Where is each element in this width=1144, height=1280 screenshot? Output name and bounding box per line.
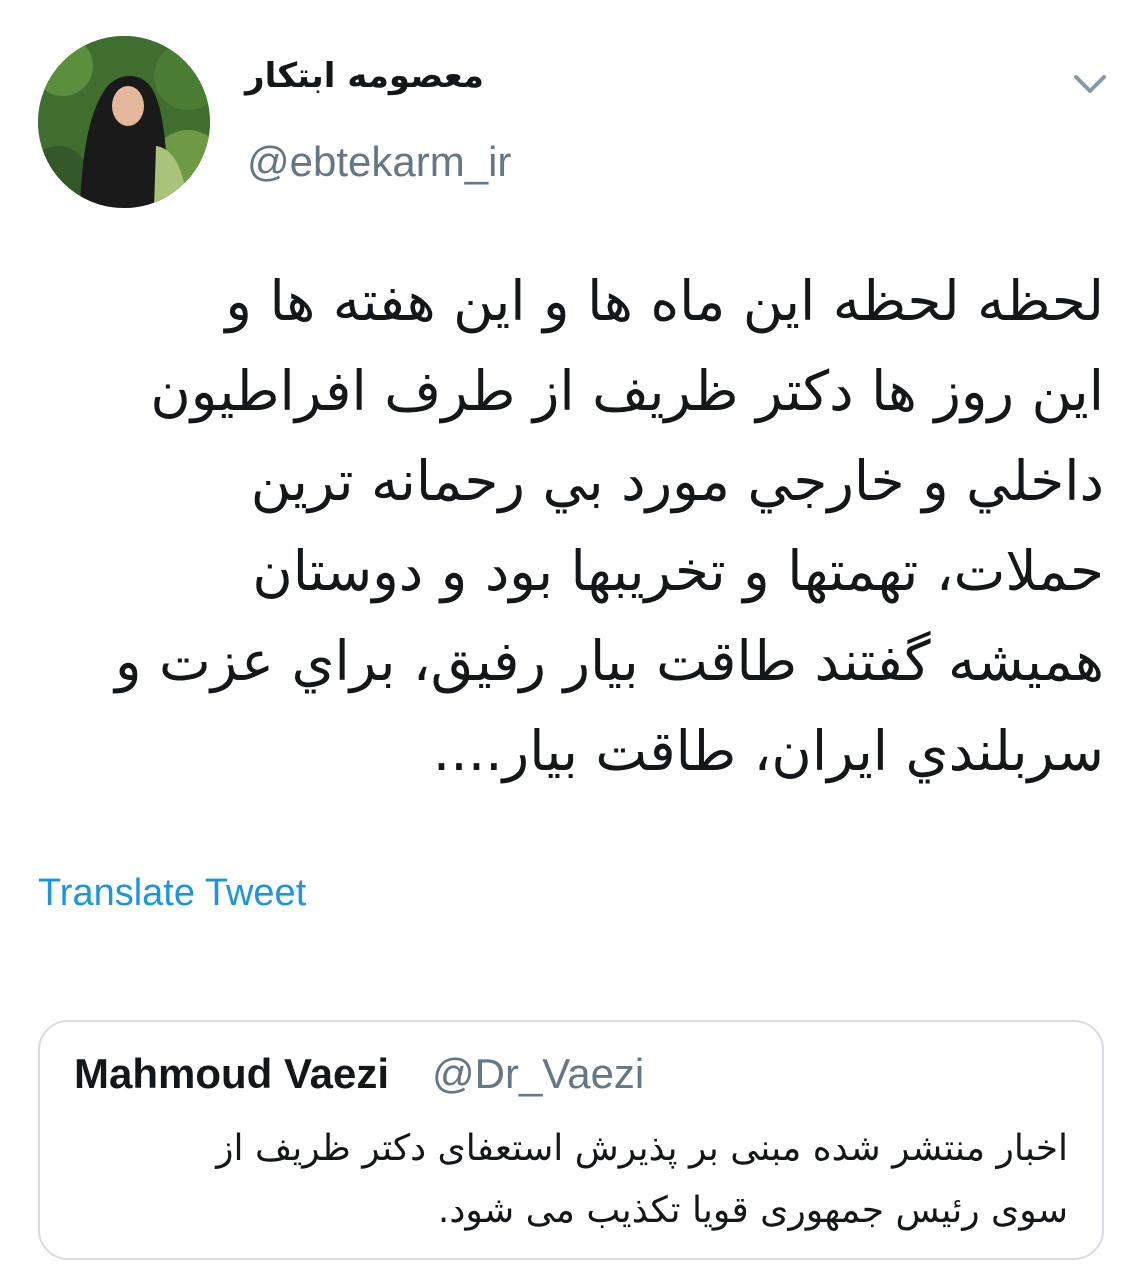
tweet-text-line: همیشه گفتند طاقت بیار رفیق، براي عزت و bbox=[114, 629, 1104, 693]
tweet-text: لحظه لحظه این ماه ها و این هفته ها و این… bbox=[24, 256, 1104, 796]
translate-tweet-link[interactable]: Translate Tweet bbox=[38, 872, 306, 915]
quoted-author-handle: @Dr_Vaezi bbox=[432, 1050, 645, 1097]
chevron-down-icon[interactable] bbox=[1068, 62, 1112, 106]
quoted-tweet-text: اخبار منتشر شده مبنی بر پذیرش استعفای دک… bbox=[68, 1118, 1068, 1242]
tweet-text-line: سربلندي ایران، طاقت بیار.... bbox=[432, 719, 1104, 783]
quoted-tweet-text-line: اخبار منتشر شده مبنی بر پذیرش استعفای دک… bbox=[216, 1128, 1068, 1169]
tweet-text-line: لحظه لحظه این ماه ها و این هفته ها و bbox=[225, 269, 1104, 333]
author-handle[interactable]: @ebtekarm_ir bbox=[247, 138, 511, 186]
quoted-tweet-card[interactable]: Mahmoud Vaezi @Dr_Vaezi اخبار منتشر شده … bbox=[38, 1020, 1104, 1260]
quoted-author-name: Mahmoud Vaezi bbox=[74, 1050, 390, 1097]
author-display-name[interactable]: معصومه ابتکار bbox=[245, 56, 484, 96]
tweet-text-line: داخلي و خارجي مورد بي رحمانه ترین bbox=[250, 449, 1104, 513]
author-avatar[interactable] bbox=[38, 36, 210, 208]
tweet-text-line: این روز ها دکتر ظریف از طرف افراطیون bbox=[150, 359, 1104, 423]
tweet-text-line: حملات، تهمتها و تخریبها بود و دوستان bbox=[252, 539, 1104, 603]
profile-photo-icon bbox=[38, 36, 210, 208]
quoted-tweet-text-line: سوی رئیس جمهوری قویا تکذیب می شود. bbox=[437, 1190, 1068, 1231]
